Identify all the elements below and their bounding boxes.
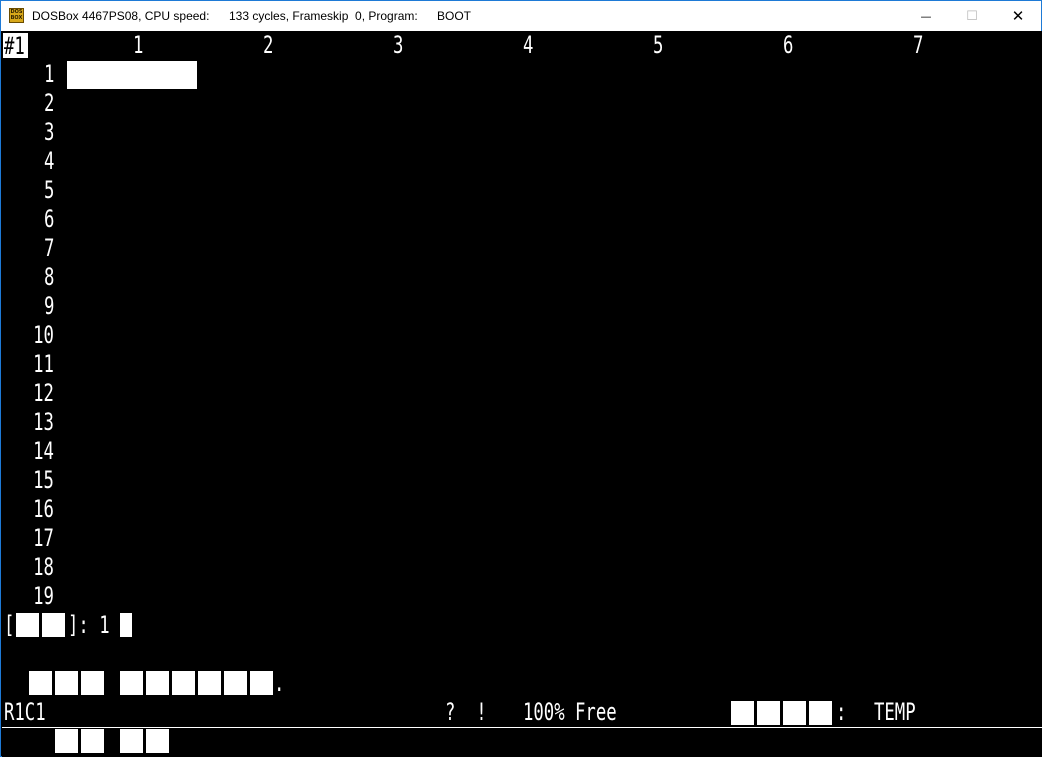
file-label-glyph xyxy=(783,701,806,725)
row-header-7: 7 xyxy=(43,234,54,262)
dosbox-window: DOS BOX DOSBox 4467PS08, CPU speed: 133 … xyxy=(0,0,1042,757)
mode-indicator-glyph xyxy=(81,729,104,753)
column-header-6: 6 xyxy=(783,31,794,59)
row-header-2: 2 xyxy=(43,89,54,117)
row-header-4: 4 xyxy=(43,147,54,175)
column-header-7: 7 xyxy=(913,31,924,59)
mode-indicator-glyph xyxy=(120,729,143,753)
column-header-3: 3 xyxy=(393,31,404,59)
message-period: . xyxy=(274,669,285,697)
mode-indicator-glyph xyxy=(146,729,169,753)
row-header-16: 16 xyxy=(33,495,54,523)
status-divider xyxy=(2,727,1042,728)
row-header-5: 5 xyxy=(43,176,54,204)
window-title: DOSBox 4467PS08, CPU speed: xyxy=(32,9,210,23)
message-glyph xyxy=(198,671,221,695)
close-icon: ✕ xyxy=(1011,7,1025,25)
status-file-separator: : xyxy=(836,698,847,726)
file-label-glyph xyxy=(809,701,832,725)
message-glyph xyxy=(172,671,195,695)
dosbox-icon[interactable]: DOS BOX xyxy=(9,8,24,23)
cell-cursor-r1c1[interactable] xyxy=(67,61,197,89)
prompt-input-value[interactable]: ]: 1 xyxy=(68,611,110,640)
minimize-icon: — xyxy=(920,9,932,23)
row-header-12: 12 xyxy=(33,379,54,407)
minimize-button[interactable]: — xyxy=(903,1,949,31)
message-glyph xyxy=(120,671,143,695)
prompt-label-glyph xyxy=(16,613,39,637)
status-free-memory: 100% Free xyxy=(523,698,617,726)
title-bar[interactable]: DOS BOX DOSBox 4467PS08, CPU speed: 133 … xyxy=(1,1,1041,31)
sheet-number: #1 xyxy=(4,32,25,60)
row-header-18: 18 xyxy=(33,553,54,581)
message-glyph xyxy=(224,671,247,695)
row-header-8: 8 xyxy=(43,263,54,291)
maximize-icon: ☐ xyxy=(966,8,978,24)
program-name: BOOT xyxy=(437,9,472,23)
row-header-14: 14 xyxy=(33,437,54,465)
prompt-open-bracket: [ xyxy=(4,611,15,639)
row-header-1: 1 xyxy=(43,60,54,88)
row-header-17: 17 xyxy=(33,524,54,552)
status-cell-reference: R1C1 xyxy=(4,698,46,726)
row-header-13: 13 xyxy=(33,408,54,436)
column-header-1: 1 xyxy=(133,31,144,59)
dos-screen[interactable]: #1 1 2 3 4 5 6 7 1 2 3 4 5 6 7 8 9 10 11… xyxy=(2,31,1042,757)
row-header-11: 11 xyxy=(33,350,54,378)
sheet-number-tag: #1 xyxy=(3,32,28,60)
row-header-15: 15 xyxy=(33,466,54,494)
message-glyph xyxy=(55,671,78,695)
message-glyph xyxy=(29,671,52,695)
row-header-9: 9 xyxy=(43,292,54,320)
status-flags: ? ! xyxy=(445,698,487,726)
cpu-cycles-text: 133 cycles, Frameskip 0, Program: xyxy=(229,9,418,23)
close-button[interactable]: ✕ xyxy=(995,1,1041,31)
file-label-glyph xyxy=(731,701,754,725)
column-header-4: 4 xyxy=(523,31,534,59)
status-file-name: TEMP xyxy=(874,698,916,726)
row-header-10: 10 xyxy=(33,321,54,349)
column-header-5: 5 xyxy=(653,31,664,59)
text-cursor xyxy=(120,613,132,637)
row-header-3: 3 xyxy=(43,118,54,146)
message-glyph xyxy=(250,671,273,695)
mode-indicator-glyph xyxy=(55,729,78,753)
column-header-2: 2 xyxy=(263,31,274,59)
file-label-glyph xyxy=(757,701,780,725)
prompt-label-glyph xyxy=(42,613,65,637)
message-glyph xyxy=(146,671,169,695)
maximize-button[interactable]: ☐ xyxy=(949,1,995,31)
row-header-19: 19 xyxy=(33,582,54,610)
message-glyph xyxy=(81,671,104,695)
row-header-6: 6 xyxy=(43,205,54,233)
